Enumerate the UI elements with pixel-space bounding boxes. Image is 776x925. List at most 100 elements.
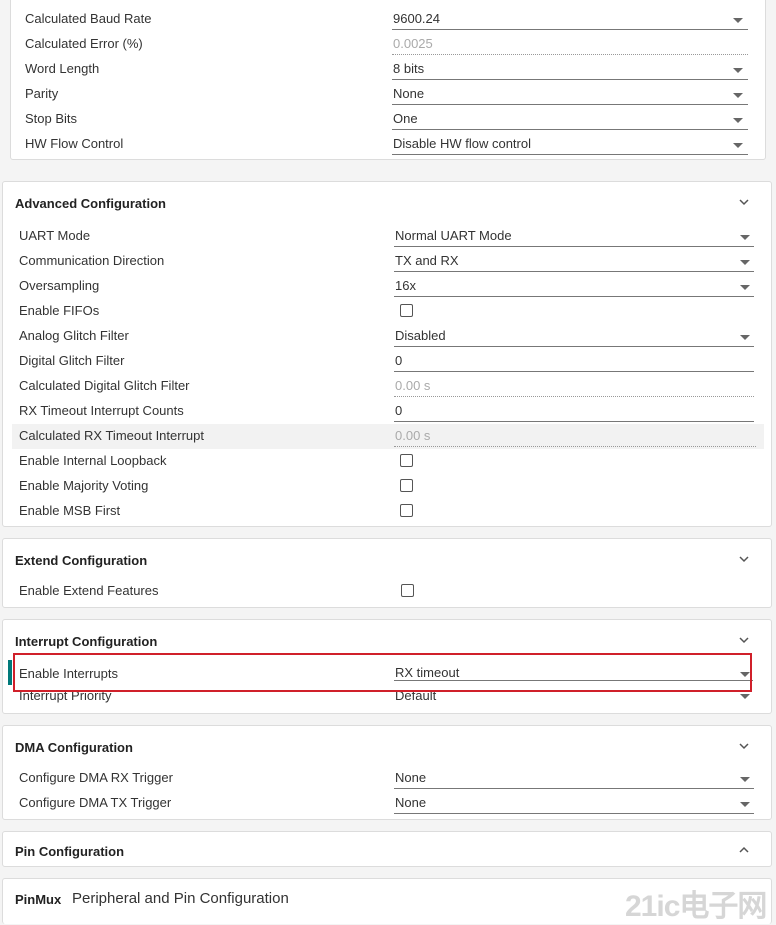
uart-mode-select[interactable]: Normal UART Mode <box>395 228 512 243</box>
chevron-down-icon[interactable] <box>737 739 751 753</box>
communication-direction-row: Communication Direction TX and RX <box>3 249 771 274</box>
chevron-up-icon[interactable] <box>737 843 751 857</box>
field-label: Enable MSB First <box>19 503 121 518</box>
section-title: Extend Configuration <box>15 553 148 568</box>
calculated-rx-timeout-interrupt-row: Calculated RX Timeout Interrupt 0.00 s <box>12 424 764 449</box>
dma-config-panel: DMA Configuration Configure DMA RX Trigg… <box>2 725 772 820</box>
field-label: Configure DMA TX Trigger <box>19 795 172 810</box>
pin-config-panel[interactable]: Pin Configuration <box>2 831 772 867</box>
caret-down-icon[interactable] <box>740 777 750 782</box>
dma-rx-trigger-row: Configure DMA RX Trigger None <box>3 766 771 791</box>
field-label: Configure DMA RX Trigger <box>19 770 173 785</box>
calculated-digital-glitch-filter-row: Calculated Digital Glitch Filter 0.00 s <box>3 374 771 399</box>
section-title: DMA Configuration <box>15 740 133 755</box>
caret-down-icon[interactable] <box>740 802 750 807</box>
field-label: Word Length <box>25 61 100 76</box>
chevron-down-icon[interactable] <box>737 633 751 647</box>
section-title: Advanced Configuration <box>15 196 166 211</box>
analog-glitch-filter-select[interactable]: Disabled <box>395 328 446 343</box>
pinmux-title: Peripheral and Pin Configuration <box>72 890 289 907</box>
field-label: Enable Internal Loopback <box>19 453 167 468</box>
calculated-error-value: 0.0025 <box>393 36 433 51</box>
field-label: Calculated Digital Glitch Filter <box>19 378 190 393</box>
field-underline <box>394 396 754 397</box>
caret-down-icon[interactable] <box>733 93 743 98</box>
field-label: Enable Majority Voting <box>19 478 149 493</box>
focus-accent-bar <box>8 660 12 685</box>
stop-bits-select[interactable]: One <box>393 111 418 126</box>
field-label: Stop Bits <box>25 111 78 126</box>
caret-down-icon[interactable] <box>740 260 750 265</box>
caret-down-icon[interactable] <box>733 68 743 73</box>
advanced-config-panel: Advanced Configuration UART Mode Normal … <box>2 181 772 527</box>
enable-fifos-row: Enable FIFOs <box>3 299 771 324</box>
oversampling-select[interactable]: 16x <box>395 278 416 293</box>
field-label: HW Flow Control <box>25 136 124 151</box>
field-label: Calculated Baud Rate <box>25 11 152 26</box>
section-title: Pin Configuration <box>15 844 125 859</box>
enable-extend-features-checkbox[interactable] <box>401 584 414 597</box>
enable-majority-voting-checkbox[interactable] <box>400 479 413 492</box>
field-underline <box>392 154 748 155</box>
field-underline <box>394 271 754 272</box>
enable-fifos-checkbox[interactable] <box>400 304 413 317</box>
field-underline <box>392 129 748 130</box>
caret-down-icon[interactable] <box>733 143 743 148</box>
caret-down-icon[interactable] <box>733 18 743 23</box>
parity-select[interactable]: None <box>393 86 424 101</box>
caret-down-icon[interactable] <box>740 335 750 340</box>
baud-rate-select[interactable]: 9600.24 <box>393 11 440 26</box>
calculated-digital-glitch-filter-value: 0.00 s <box>395 378 431 393</box>
field-label: Oversampling <box>19 278 100 293</box>
caret-down-icon[interactable] <box>733 118 743 123</box>
rx-timeout-interrupt-counts-row: RX Timeout Interrupt Counts 0 <box>3 399 771 424</box>
field-label: Enable Extend Features <box>19 583 159 598</box>
field-underline <box>392 79 748 80</box>
calculated-rx-timeout-interrupt-value: 0.00 s <box>395 428 431 443</box>
watermark-logo: 21ic电子网 <box>625 890 767 923</box>
field-label: Digital Glitch Filter <box>19 353 125 368</box>
field-underline <box>392 104 748 105</box>
chevron-down-icon[interactable] <box>737 195 751 209</box>
field-label: Communication Direction <box>19 253 165 268</box>
communication-direction-select[interactable]: TX and RX <box>395 253 459 268</box>
field-underline <box>392 29 748 30</box>
digital-glitch-filter-row: Digital Glitch Filter 0 <box>3 349 771 374</box>
section-title: Interrupt Configuration <box>15 634 158 649</box>
digital-glitch-filter-input[interactable]: 0 <box>395 353 402 368</box>
enable-msb-first-row: Enable MSB First <box>3 499 771 524</box>
field-label: Analog Glitch Filter <box>19 328 129 343</box>
word-length-select[interactable]: 8 bits <box>393 61 424 76</box>
field-underline <box>392 54 748 55</box>
field-underline <box>394 346 754 347</box>
field-underline <box>394 371 754 372</box>
caret-down-icon[interactable] <box>740 694 750 699</box>
pinmux-badge: PinMux <box>15 892 62 907</box>
enable-internal-loopback-checkbox[interactable] <box>400 454 413 467</box>
field-label: Calculated Error (%) <box>25 36 143 51</box>
hw-flow-control-row: HW Flow Control Disable HW flow control <box>11 132 765 157</box>
enable-msb-first-checkbox[interactable] <box>400 504 413 517</box>
dma-rx-trigger-select[interactable]: None <box>395 770 426 785</box>
field-underline <box>394 813 754 814</box>
chevron-down-icon[interactable] <box>737 552 751 566</box>
oversampling-row: Oversampling 16x <box>3 274 771 299</box>
enable-extend-features-row: Enable Extend Features <box>3 579 771 604</box>
word-length-row: Word Length 8 bits <box>11 57 765 82</box>
extend-config-panel: Extend Configuration Enable Extend Featu… <box>2 538 772 608</box>
enable-majority-voting-row: Enable Majority Voting <box>3 474 771 499</box>
field-label: Calculated RX Timeout Interrupt <box>19 428 204 443</box>
dma-tx-trigger-select[interactable]: None <box>395 795 426 810</box>
pinmux-panel[interactable]: PinMux Peripheral and Pin Configuration … <box>2 878 772 924</box>
hw-flow-control-select[interactable]: Disable HW flow control <box>393 136 531 151</box>
stop-bits-row: Stop Bits One <box>11 107 765 132</box>
parity-row: Parity None <box>11 82 765 107</box>
caret-down-icon[interactable] <box>740 235 750 240</box>
field-underline <box>394 246 754 247</box>
rx-timeout-interrupt-counts-input[interactable]: 0 <box>395 403 402 418</box>
calculated-error-row: Calculated Error (%) 0.0025 <box>11 32 765 57</box>
uart-mode-row: UART Mode Normal UART Mode <box>3 224 771 249</box>
field-underline <box>394 446 756 447</box>
field-label: RX Timeout Interrupt Counts <box>19 403 184 418</box>
caret-down-icon[interactable] <box>740 285 750 290</box>
